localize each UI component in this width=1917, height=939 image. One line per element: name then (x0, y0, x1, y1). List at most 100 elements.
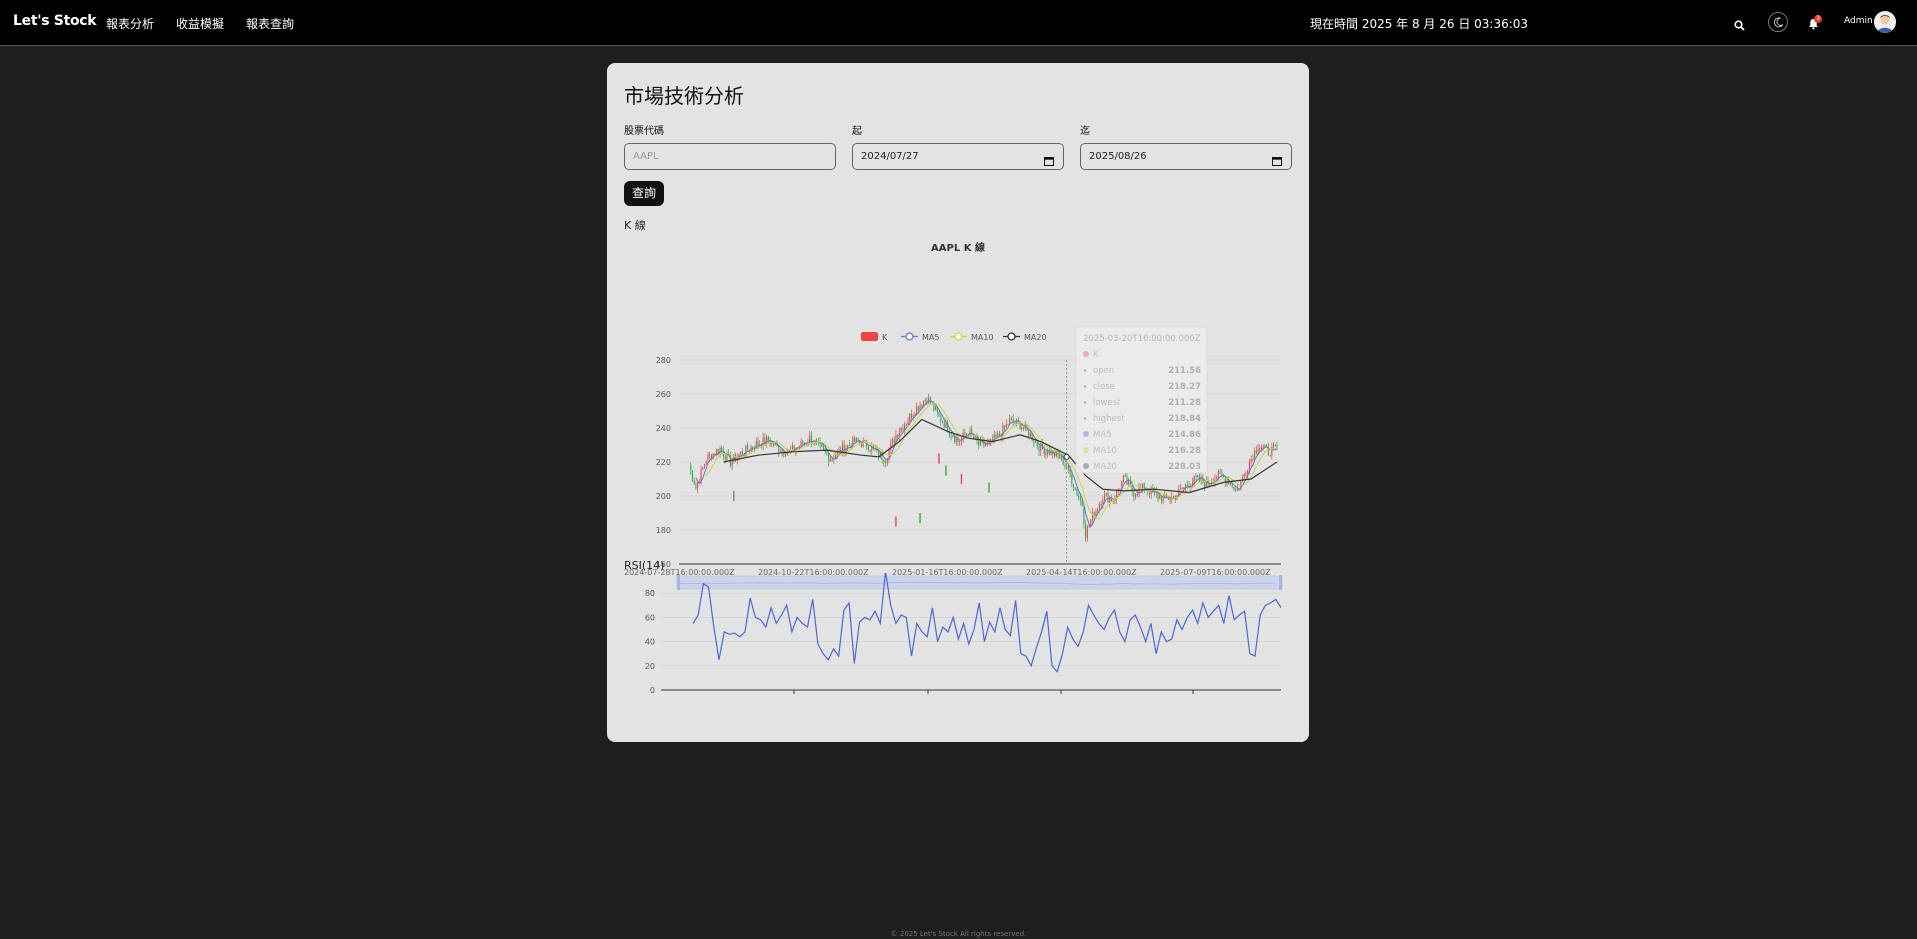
main-nav: 報表分析 收益模擬 報表查詢 (106, 15, 294, 32)
candle-body (1038, 445, 1040, 452)
tooltip-row-value: 216.28 (1168, 446, 1201, 456)
candle-body (1029, 432, 1031, 437)
candle-body (691, 470, 693, 481)
tooltip-row-value: 214.86 (1168, 430, 1201, 440)
calendar-icon[interactable] (1044, 151, 1054, 176)
legend-marker-ma10 (954, 332, 963, 341)
tooltip-row-label: highest (1093, 414, 1125, 424)
theme-toggle-moon-icon[interactable] (1768, 12, 1788, 32)
y-tick-label: 280 (656, 356, 671, 365)
tooltip-row-marker: ▸ (1084, 383, 1087, 390)
candle-body (893, 439, 895, 443)
candle-body (1079, 497, 1081, 501)
kline-chart[interactable]: K MA5 MA10 MA201601802002202402602802024-07… (607, 253, 1309, 593)
candle-body (876, 449, 878, 451)
candle-body (1102, 499, 1104, 505)
rsi-y-tick-label: 60 (645, 613, 655, 622)
nav-item-report-analysis[interactable]: 報表分析 (106, 15, 154, 32)
candle-body (1216, 477, 1218, 479)
candle-body (1257, 449, 1259, 453)
avatar[interactable] (1874, 11, 1896, 33)
candle-body (1109, 497, 1111, 503)
candle-body (731, 461, 733, 466)
candle-body (828, 454, 830, 462)
candle-body (702, 467, 704, 470)
candle-body (919, 513, 921, 524)
candle-body (1010, 418, 1012, 420)
candle-body (1047, 451, 1049, 454)
candle-body (1274, 444, 1276, 446)
legend-label-ma10: MA10 (971, 333, 994, 342)
candle-body (1072, 484, 1075, 488)
candle-body (1021, 427, 1023, 430)
candle-body (995, 434, 997, 437)
candle-body (1098, 503, 1100, 510)
candle-body (831, 458, 833, 461)
candle-body (883, 460, 885, 463)
legend-label-ma5: MA5 (922, 333, 939, 342)
candle-body (1097, 509, 1099, 511)
symbol-label: 股票代碼 (624, 126, 664, 137)
candle-body (1138, 487, 1140, 495)
tooltip-row-value: 218.84 (1168, 414, 1201, 424)
candle-body (802, 441, 804, 444)
start-date-label: 起 (852, 126, 862, 137)
candle-body (1238, 489, 1240, 491)
candle-body (907, 421, 909, 424)
symbol-input[interactable]: AAPL (624, 143, 836, 170)
tooltip-row-label: MA10 (1093, 446, 1117, 456)
query-button[interactable]: 查詢 (624, 181, 664, 206)
candle-body (1028, 429, 1030, 437)
candle-body (997, 433, 999, 437)
candle-body (938, 453, 940, 464)
candle-body (1078, 495, 1080, 498)
candle-body (1276, 445, 1278, 447)
candle-body (822, 446, 825, 450)
legend-marker-ma20 (1007, 332, 1016, 341)
candle-body (1217, 471, 1219, 478)
nav-item-profit-simulation[interactable]: 收益模擬 (176, 15, 224, 32)
candle-body (1255, 450, 1257, 453)
y-tick-label: 200 (656, 492, 671, 501)
candle-body (910, 413, 912, 419)
tooltip-dot (1083, 351, 1089, 357)
candle-body (1100, 503, 1102, 505)
rsi-line (692, 573, 1282, 674)
candle-body (1179, 488, 1181, 490)
end-date-input[interactable]: 2025/08/26 (1080, 143, 1292, 170)
candle-body (960, 473, 963, 485)
candle-body (767, 436, 769, 441)
current-time: 現在時間 2025 年 8 月 26 日 03:36:03 (1310, 17, 1529, 31)
rsi-y-tick-label: 100 (640, 573, 655, 574)
user-name[interactable]: Admin (1844, 16, 1873, 26)
candle-body (1086, 526, 1088, 538)
candle-body (785, 454, 787, 456)
tooltip-row-value: 228.03 (1168, 462, 1201, 472)
rsi-chart[interactable]: 0 20 40 60 80 100 (607, 573, 1309, 733)
tooltip-series: K (1093, 350, 1099, 360)
end-date-value: 2025/08/26 (1089, 151, 1147, 162)
candle-body (709, 454, 711, 456)
start-date-input[interactable]: 2024/07/27 (852, 143, 1064, 170)
nav-item-report-query[interactable]: 報表查詢 (246, 15, 294, 32)
candle-body (1195, 475, 1197, 477)
candle-body (864, 440, 866, 442)
brand-logo[interactable]: Let's Stock (13, 13, 97, 29)
candle-body (1014, 422, 1016, 424)
candle-body (998, 433, 1000, 436)
candle-body (1259, 448, 1261, 450)
calendar-icon[interactable] (1272, 151, 1282, 176)
legend-label-ma20: MA20 (1024, 333, 1047, 342)
tooltip-row-value: 211.28 (1168, 398, 1201, 408)
candle-body (747, 445, 749, 450)
candle-body (1197, 475, 1199, 477)
candle-body (1124, 475, 1126, 477)
candle-body (1219, 471, 1221, 474)
candle-body (829, 460, 831, 462)
candle-body (978, 440, 980, 446)
page-title: 市場技術分析 (624, 84, 744, 108)
candle-body (1022, 427, 1025, 429)
candle-body (952, 435, 954, 437)
candle-body (1033, 440, 1035, 443)
search-icon[interactable] (1734, 16, 1745, 35)
